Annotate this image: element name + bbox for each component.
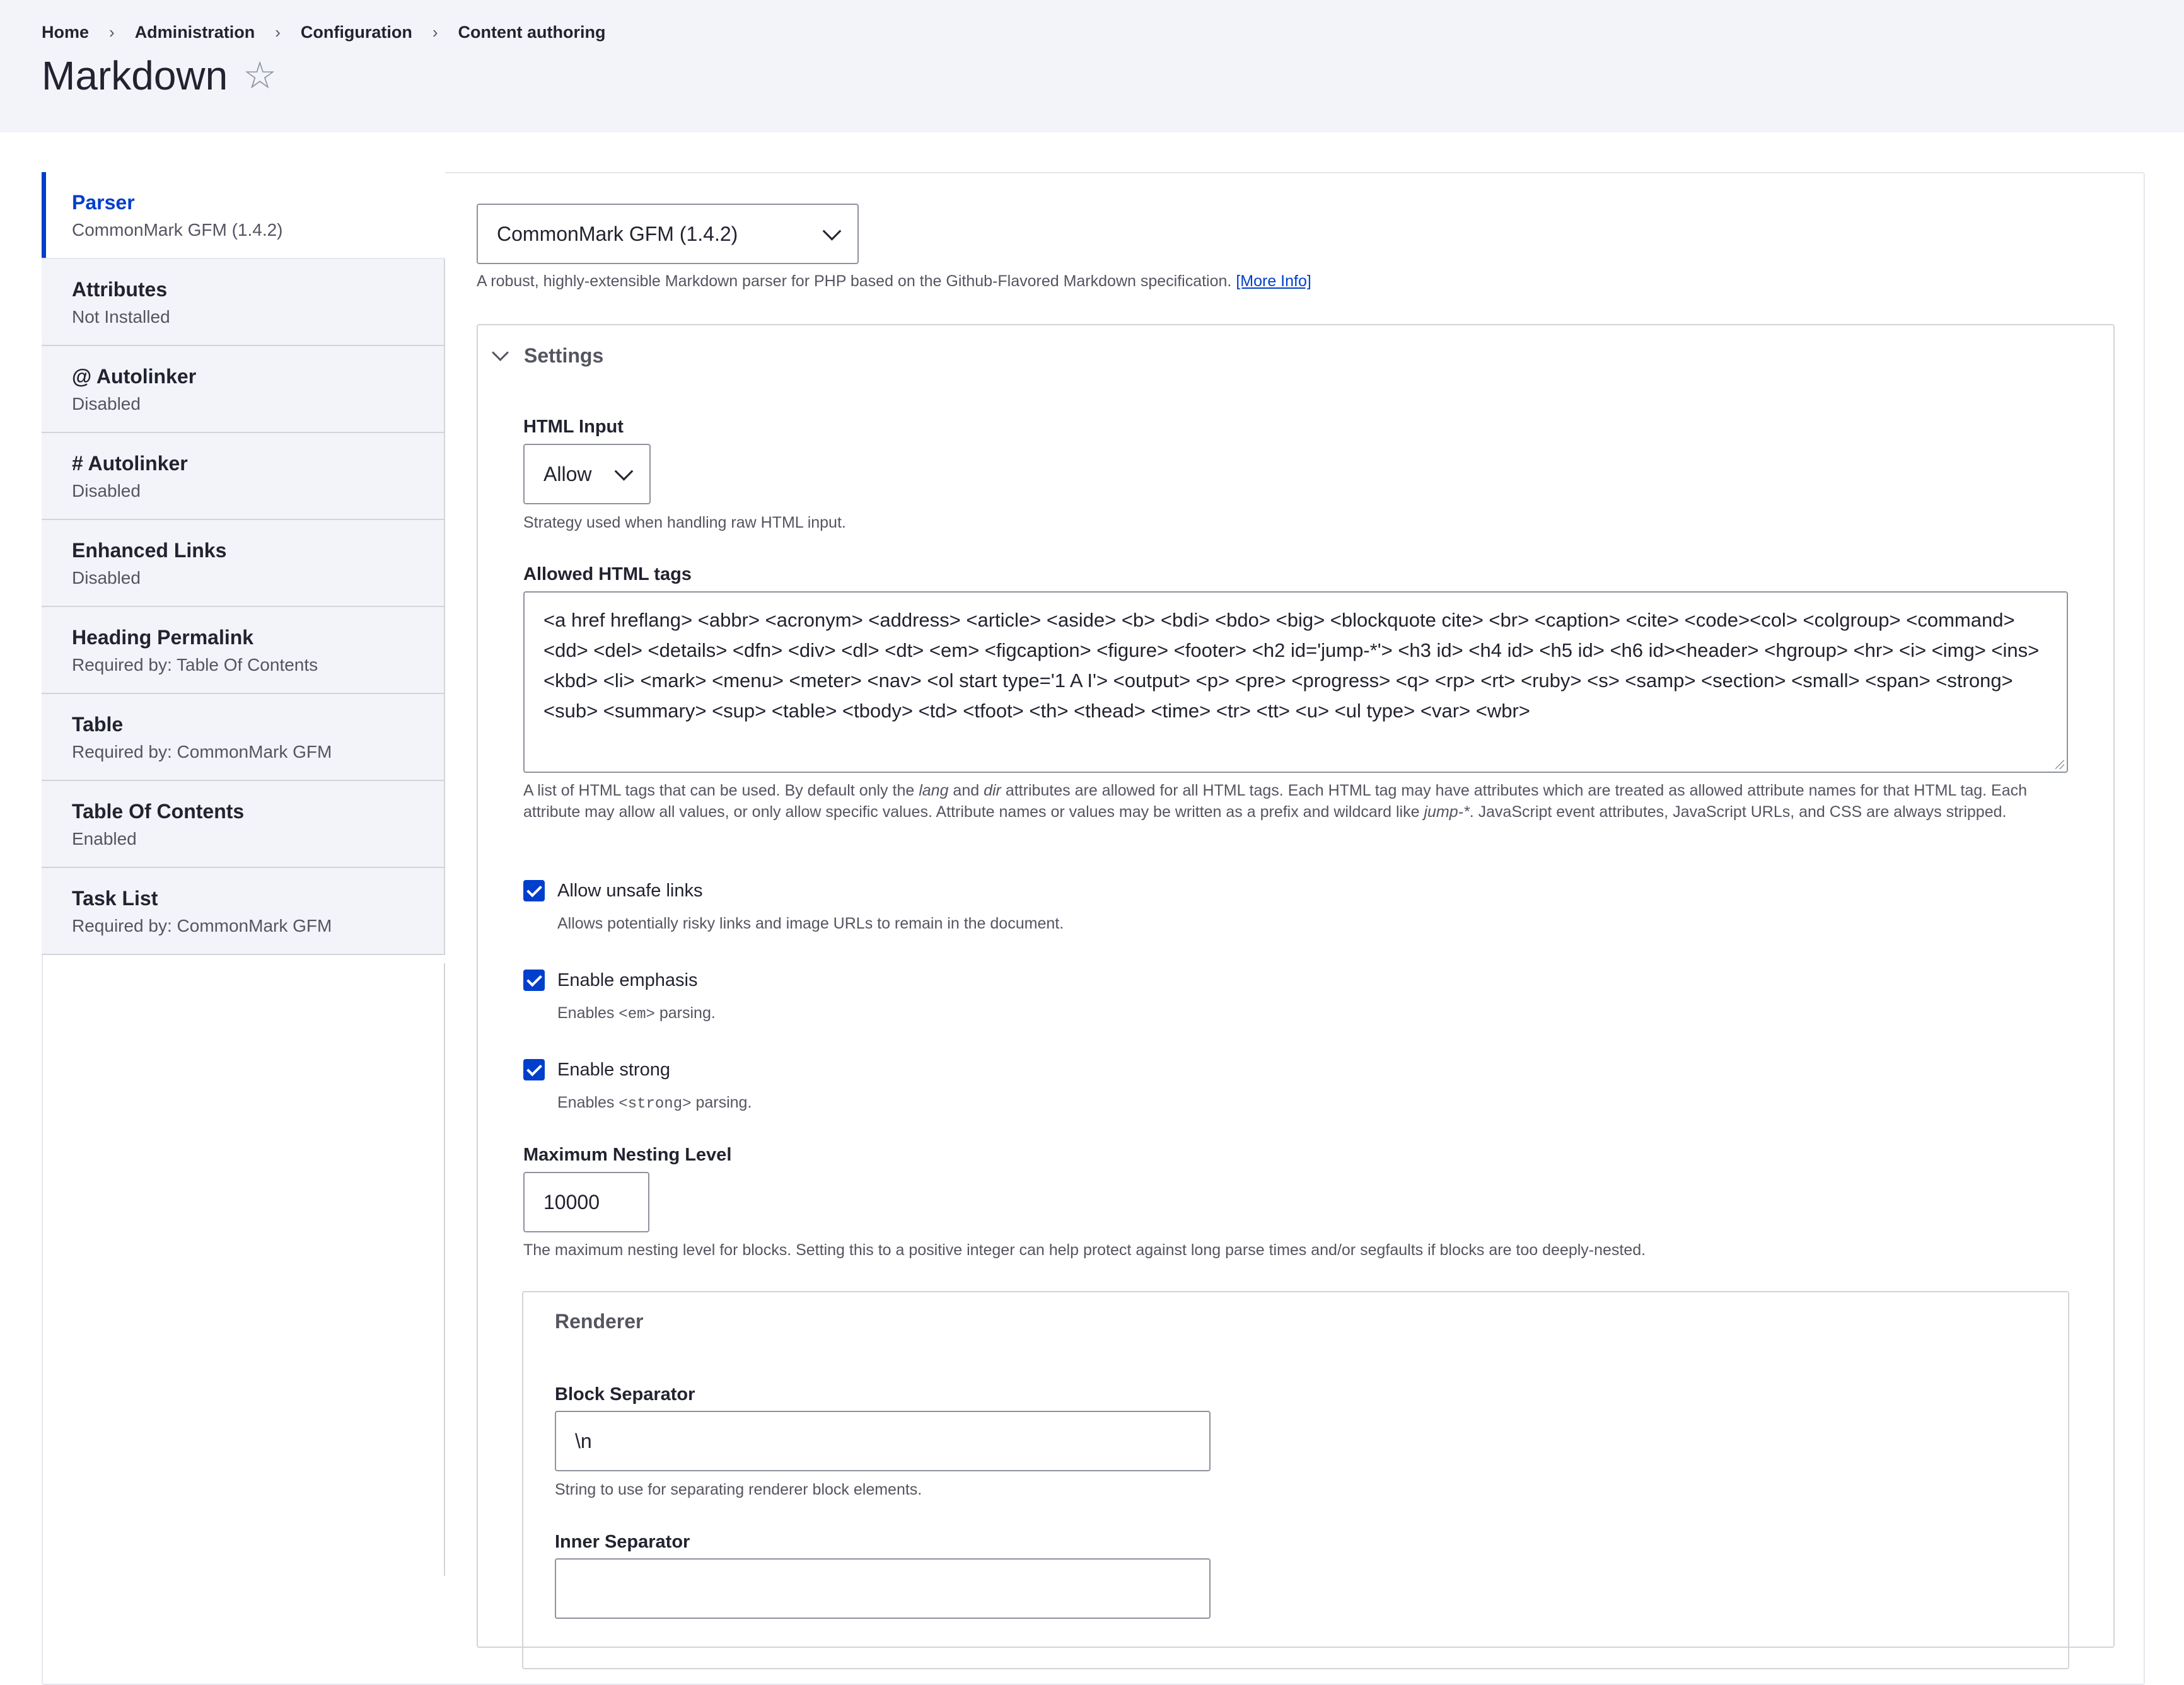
tab-heading-permalink[interactable]: Heading Permalink Required by: Table Of … xyxy=(42,607,445,694)
parser-select-value: CommonMark GFM (1.4.2) xyxy=(497,222,738,245)
allowed-tags-value: <a href hreflang> <abbr> <acronym> <addr… xyxy=(543,609,2040,722)
strong-row: Enable strong xyxy=(523,1059,670,1080)
tab-title: Table Of Contents xyxy=(72,800,245,823)
desc-part: parsing. xyxy=(691,1094,752,1111)
block-separator-input[interactable]: \n xyxy=(555,1411,1211,1471)
settings-summary[interactable]: Settings xyxy=(492,344,604,368)
desc-part: parsing. xyxy=(654,1004,716,1022)
parser-description-text: A robust, highly-extensible Markdown par… xyxy=(477,272,1232,290)
desc-part: Enables xyxy=(557,1004,619,1022)
tab-title: Parser xyxy=(72,191,135,214)
desc-emph: lang xyxy=(919,782,949,799)
desc-part: . JavaScript event attributes, JavaScrip… xyxy=(1469,803,2007,821)
desc-emph: dir xyxy=(984,782,1001,799)
emphasis-row: Enable emphasis xyxy=(523,970,697,991)
more-info-link[interactable]: [More Info] xyxy=(1236,272,1311,290)
breadcrumb-separator-icon: › xyxy=(109,23,115,42)
tab-task-list[interactable]: Task List Required by: CommonMark GFM xyxy=(42,868,445,955)
check-icon xyxy=(526,881,542,898)
tab-attributes[interactable]: Attributes Not Installed xyxy=(42,259,445,346)
tab-subtitle: Required by: Table Of Contents xyxy=(72,655,318,675)
allowed-tags-textarea[interactable]: <a href hreflang> <abbr> <acronym> <addr… xyxy=(523,591,2068,773)
inner-separator-label: Inner Separator xyxy=(555,1532,690,1552)
tab-title: Table xyxy=(72,713,124,736)
desc-code: <em> xyxy=(619,1006,655,1023)
tab-title: Task List xyxy=(72,887,158,910)
tab-parser[interactable]: Parser CommonMark GFM (1.4.2) xyxy=(42,172,445,259)
nesting-description: The maximum nesting level for blocks. Se… xyxy=(523,1241,1646,1259)
block-separator-description: String to use for separating renderer bl… xyxy=(555,1481,922,1498)
tab-subtitle: Required by: CommonMark GFM xyxy=(72,916,332,935)
chevron-down-icon xyxy=(492,344,509,361)
chevron-down-icon xyxy=(822,221,842,241)
emphasis-description: Enables <em> parsing. xyxy=(557,1002,716,1026)
emphasis-label[interactable]: Enable emphasis xyxy=(557,970,697,991)
strong-checkbox[interactable] xyxy=(523,1059,545,1080)
nesting-input[interactable]: 10000 xyxy=(523,1172,649,1232)
strong-label[interactable]: Enable strong xyxy=(557,1060,670,1080)
breadcrumb-separator-icon: › xyxy=(275,23,281,42)
tab-subtitle: Disabled xyxy=(72,481,141,501)
tab-subtitle: Enabled xyxy=(72,829,137,848)
page-title: Markdown xyxy=(42,53,228,98)
block-separator-label: Block Separator xyxy=(555,1384,695,1404)
resize-handle-icon[interactable] xyxy=(2055,760,2064,769)
tab-table-of-contents[interactable]: Table Of Contents Enabled xyxy=(42,781,445,868)
allowed-tags-label: Allowed HTML tags xyxy=(523,564,692,584)
breadcrumb: Home › Administration › Configuration › … xyxy=(42,23,605,42)
tab-subtitle: Disabled xyxy=(72,394,141,414)
tab-hash-autolinker[interactable]: # Autolinker Disabled xyxy=(42,433,445,520)
nesting-label: Maximum Nesting Level xyxy=(523,1145,732,1165)
nesting-input-value: 10000 xyxy=(543,1190,600,1213)
block-separator-value: \n xyxy=(575,1429,592,1452)
breadcrumb-configuration[interactable]: Configuration xyxy=(301,23,412,42)
chevron-down-icon xyxy=(614,461,634,481)
desc-part: A list of HTML tags that can be used. By… xyxy=(523,782,919,799)
breadcrumb-home[interactable]: Home xyxy=(42,23,89,42)
tab-title: @ Autolinker xyxy=(72,365,197,388)
parser-pane: CommonMark GFM (1.4.2) A robust, highly-… xyxy=(477,204,2116,292)
strong-description: Enables <strong> parsing. xyxy=(557,1092,752,1115)
breadcrumb-administration[interactable]: Administration xyxy=(135,23,255,42)
tab-subtitle: Not Installed xyxy=(72,307,170,327)
desc-emph: jump-* xyxy=(1424,803,1470,821)
html-input-select[interactable]: Allow xyxy=(523,444,651,504)
unsafe-links-row: Allow unsafe links xyxy=(523,880,703,901)
breadcrumb-content-authoring[interactable]: Content authoring xyxy=(458,23,606,42)
desc-part: and xyxy=(948,782,984,799)
unsafe-links-description: Allows potentially risky links and image… xyxy=(557,915,1064,932)
tab-enhanced-links[interactable]: Enhanced Links Disabled xyxy=(42,520,445,607)
check-icon xyxy=(526,971,542,987)
tab-at-autolinker[interactable]: @ Autolinker Disabled xyxy=(42,346,445,433)
tab-subtitle: Required by: CommonMark GFM xyxy=(72,742,332,761)
desc-code: <strong> xyxy=(619,1096,692,1113)
html-input-select-value: Allow xyxy=(543,462,592,485)
tab-title: Attributes xyxy=(72,278,168,301)
inner-separator-input[interactable] xyxy=(555,1558,1211,1619)
tab-title: Enhanced Links xyxy=(72,539,227,562)
vertical-tabs: Parser CommonMark GFM (1.4.2) Attributes… xyxy=(42,172,445,955)
allowed-tags-description: A list of HTML tags that can be used. By… xyxy=(523,780,2062,823)
tab-subtitle: CommonMark GFM (1.4.2) xyxy=(72,220,283,240)
breadcrumb-separator-icon: › xyxy=(432,23,438,42)
page-header: Home › Administration › Configuration › … xyxy=(0,0,2184,132)
page-title-row: Markdown ☆ xyxy=(42,52,277,100)
unsafe-links-checkbox[interactable] xyxy=(523,880,545,901)
settings-summary-label: Settings xyxy=(524,344,604,367)
check-icon xyxy=(526,1060,542,1077)
parser-description: A robust, highly-extensible Markdown par… xyxy=(477,270,2116,292)
emphasis-checkbox[interactable] xyxy=(523,970,545,991)
tab-subtitle: Disabled xyxy=(72,568,141,588)
star-icon[interactable]: ☆ xyxy=(243,52,277,100)
desc-part: Enables xyxy=(557,1094,619,1111)
tab-title: # Autolinker xyxy=(72,452,188,475)
renderer-legend: Renderer xyxy=(555,1310,644,1333)
tab-table[interactable]: Table Required by: CommonMark GFM xyxy=(42,694,445,781)
html-input-label: HTML Input xyxy=(523,417,624,437)
parser-select[interactable]: CommonMark GFM (1.4.2) xyxy=(477,204,859,264)
unsafe-links-label[interactable]: Allow unsafe links xyxy=(557,881,703,901)
tabs-divider xyxy=(444,963,445,1576)
tab-title: Heading Permalink xyxy=(72,626,254,649)
html-input-description: Strategy used when handling raw HTML inp… xyxy=(523,514,846,531)
